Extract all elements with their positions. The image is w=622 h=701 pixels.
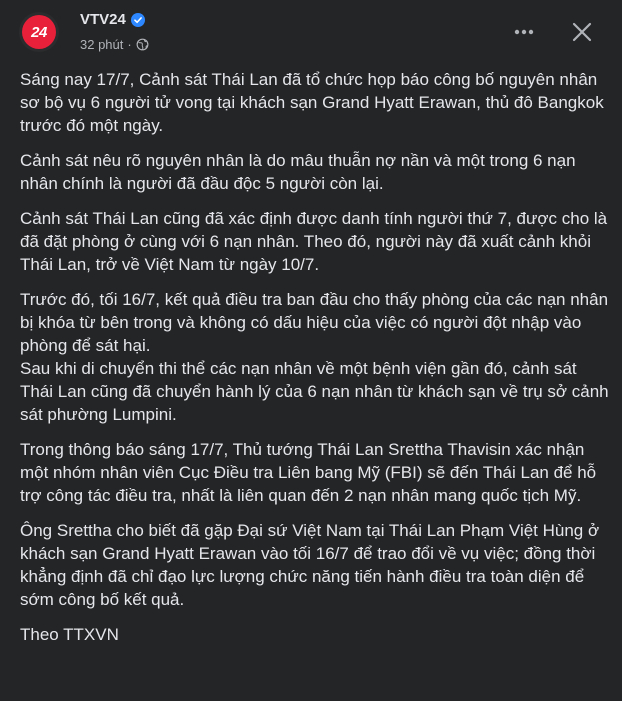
post-source: Theo TTXVN bbox=[20, 625, 119, 644]
more-horizontal-icon bbox=[514, 29, 534, 35]
post-paragraph: Ông Srettha cho biết đã gặp Đại sứ Việt … bbox=[20, 521, 600, 609]
more-options-button[interactable] bbox=[506, 14, 542, 50]
post-paragraph: Trước đó, tối 16/7, kết quả điều tra ban… bbox=[20, 290, 609, 424]
post-paragraph: Cảnh sát nêu rõ nguyên nhân là do mâu th… bbox=[20, 151, 576, 193]
post-meta: 32 phút · bbox=[80, 37, 149, 52]
close-icon bbox=[572, 22, 592, 42]
verified-badge-icon bbox=[130, 12, 145, 27]
post-paragraph: Cảnh sát Thái Lan cũng đã xác định được … bbox=[20, 209, 608, 274]
globe-icon[interactable] bbox=[136, 38, 149, 51]
meta-separator: · bbox=[127, 37, 132, 52]
post-paragraph: Trong thông báo sáng 17/7, Thủ tướng Thá… bbox=[20, 440, 597, 505]
avatar-logo-text: 24 bbox=[31, 23, 47, 41]
vtv24-logo: 24 bbox=[22, 15, 56, 49]
post-body: Sáng nay 17/7, Cảnh sát Thái Lan đã tổ c… bbox=[20, 68, 610, 658]
page-name-row: VTV24 bbox=[80, 11, 145, 28]
post-paragraph: Sáng nay 17/7, Cảnh sát Thái Lan đã tổ c… bbox=[20, 70, 604, 135]
page-name-link[interactable]: VTV24 bbox=[80, 11, 126, 28]
page-avatar[interactable]: 24 bbox=[19, 12, 59, 52]
close-button[interactable] bbox=[564, 14, 600, 50]
post-timestamp[interactable]: 32 phút bbox=[80, 37, 123, 52]
post-header: 24 VTV24 32 phút · bbox=[0, 0, 622, 64]
